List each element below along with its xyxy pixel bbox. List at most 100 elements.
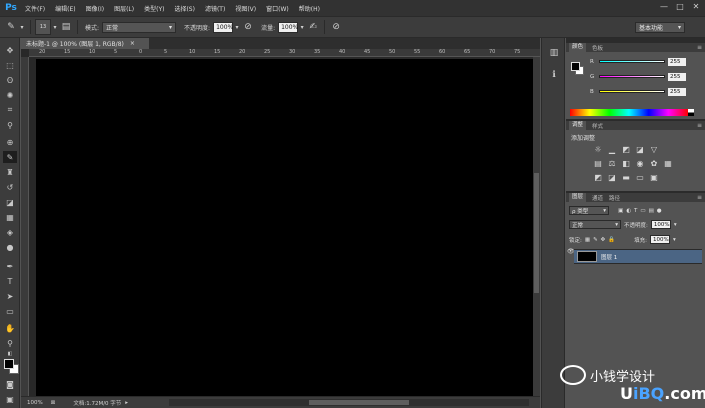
foreground-color-swatch[interactable] (571, 62, 580, 71)
threshold-icon[interactable]: ▬ (622, 174, 630, 182)
menu-view[interactable]: 视图(V) (230, 4, 261, 13)
hand-tool-icon[interactable]: ✋ (3, 322, 17, 334)
tab-channels[interactable]: 通道 (592, 194, 603, 202)
layer-opacity-input[interactable]: 100% (650, 220, 671, 229)
curves-icon[interactable]: ◩ (622, 146, 630, 154)
panel-menu-icon[interactable]: ≡ (697, 122, 702, 129)
brush-picker-dropdown-icon[interactable]: ▾ (51, 20, 59, 34)
move-tool-icon[interactable]: ✥ (3, 44, 17, 56)
dodge-tool-icon[interactable]: ● (3, 241, 17, 253)
history-brush-tool-icon[interactable]: ↺ (3, 181, 17, 193)
tab-styles[interactable]: 样式 (592, 122, 603, 130)
close-button[interactable]: ✕ (691, 2, 701, 12)
status-menu-icon[interactable]: ▸ (125, 400, 128, 406)
ruler-vertical[interactable] (21, 57, 29, 396)
slider-blue-track[interactable] (599, 90, 665, 93)
eraser-tool-icon[interactable]: ◪ (3, 196, 17, 208)
opacity-dropdown-icon[interactable]: ▾ (233, 20, 241, 34)
color-spectrum-bw[interactable] (688, 109, 694, 116)
foreground-color-swatch[interactable] (4, 359, 14, 369)
vertical-scrollbar[interactable] (533, 57, 540, 396)
tab-paths[interactable]: 路径 (609, 194, 620, 202)
layer-row[interactable]: 图层 1 (574, 249, 702, 264)
brightness-icon[interactable]: ☼ (594, 146, 602, 154)
menu-type[interactable]: 类型(Y) (139, 4, 169, 13)
eyedropper-tool-icon[interactable]: ⚲ (3, 119, 17, 131)
opacity-input[interactable]: 100% (213, 21, 233, 33)
tool-preset-dropdown-icon[interactable]: ▾ (18, 20, 26, 34)
levels-icon[interactable]: ▁ (608, 146, 616, 154)
status-expand-icon[interactable]: ⊠ (51, 400, 56, 406)
posterize-icon[interactable]: ◪ (608, 174, 616, 182)
panel-menu-icon[interactable]: ≡ (697, 44, 702, 51)
slider-blue-value[interactable]: 255 (668, 87, 686, 96)
slider-red-value[interactable]: 255 (668, 57, 686, 66)
layer-name[interactable]: 图层 1 (601, 253, 617, 261)
quick-select-tool-icon[interactable]: ✺ (3, 89, 17, 101)
screen-mode-icon[interactable]: ▣ (3, 393, 17, 405)
shape-tool-icon[interactable]: ▭ (3, 305, 17, 317)
lasso-tool-icon[interactable]: ʘ (3, 74, 17, 86)
brush-size-preview[interactable]: 13 (35, 19, 51, 35)
exposure-icon[interactable]: ◪ (636, 146, 644, 154)
menu-select[interactable]: 选择(S) (169, 4, 200, 13)
slider-green-value[interactable]: 255 (668, 72, 686, 81)
invert-icon[interactable]: ◩ (594, 174, 602, 182)
layer-kind-filter[interactable]: ρ 类型 ▾ (569, 206, 609, 215)
filter-adjust-icon[interactable]: ◐ (626, 208, 631, 214)
panel-menu-icon[interactable]: ≡ (697, 194, 702, 201)
flow-input[interactable]: 100% (278, 21, 298, 33)
filter-shape-icon[interactable]: ▭ (640, 208, 645, 214)
menu-filter[interactable]: 滤镜(T) (200, 4, 230, 13)
chevron-down-icon[interactable]: ▾ (674, 222, 677, 228)
filter-type-icon[interactable]: T (634, 208, 637, 214)
pressure-opacity-icon[interactable]: ⊘ (241, 20, 255, 34)
menu-edit[interactable]: 编辑(E) (50, 4, 80, 13)
tab-color[interactable]: 颜色 (569, 43, 587, 52)
marquee-tool-icon[interactable]: ⬚ (3, 59, 17, 71)
ruler-horizontal[interactable]: 20 15 10 5 0 5 10 15 20 25 30 35 40 45 50 55 60 65 70 75 (29, 49, 540, 57)
filter-smart-icon[interactable]: ▤ (649, 208, 654, 214)
menu-layer[interactable]: 图层(L) (109, 4, 139, 13)
airbrush-icon[interactable]: ✍ (306, 20, 320, 34)
layer-fill-input[interactable]: 100% (650, 235, 670, 244)
minimize-button[interactable]: — (659, 2, 669, 12)
slider-red-track[interactable] (599, 60, 665, 63)
menu-help[interactable]: 帮助(H) (294, 4, 325, 13)
layer-blend-mode-select[interactable]: 正常 ▾ (569, 220, 621, 229)
color-lookup-icon[interactable]: ▦ (664, 160, 672, 168)
properties-panel-icon[interactable]: ℹ (547, 68, 561, 82)
type-tool-icon[interactable]: T (3, 275, 17, 287)
blur-tool-icon[interactable]: ◈ (3, 226, 17, 238)
vibrance-icon[interactable]: ▽ (650, 146, 658, 154)
photo-filter-icon[interactable]: ◉ (636, 160, 644, 168)
gradient-tool-icon[interactable]: ▦ (3, 211, 17, 223)
path-select-tool-icon[interactable]: ➤ (3, 290, 17, 302)
lock-transparent-icon[interactable]: ▦ (585, 237, 590, 243)
brush-panel-toggle-icon[interactable]: ▤ (59, 20, 73, 34)
history-panel-icon[interactable]: ▥ (547, 46, 561, 60)
color-balance-icon[interactable]: ⚖ (608, 160, 616, 168)
gradient-map-icon[interactable]: ▭ (636, 174, 644, 182)
scrollbar-thumb[interactable] (534, 173, 539, 293)
flow-dropdown-icon[interactable]: ▾ (298, 20, 306, 34)
document-tab[interactable]: 未标题-1 @ 100% (图层 1, RGB/8) × (21, 38, 149, 49)
channel-mixer-icon[interactable]: ✿ (650, 160, 658, 168)
tab-swatches[interactable]: 色板 (592, 44, 603, 52)
healing-brush-tool-icon[interactable]: ⊕ (3, 136, 17, 148)
lock-all-icon[interactable]: 🔒 (608, 237, 615, 243)
color-spectrum[interactable] (570, 109, 688, 116)
workspace-select[interactable]: 基本功能 ▾ (635, 22, 685, 33)
black-white-icon[interactable]: ◧ (622, 160, 630, 168)
maximize-button[interactable]: □ (675, 2, 685, 12)
hue-saturation-icon[interactable]: ▤ (594, 160, 602, 168)
clone-stamp-tool-icon[interactable]: ♜ (3, 166, 17, 178)
pen-tool-icon[interactable]: ✒ (3, 260, 17, 272)
slider-green-track[interactable] (599, 75, 665, 78)
canvas[interactable] (36, 59, 533, 396)
filter-toggle-icon[interactable]: ● (657, 208, 662, 214)
filter-pixel-icon[interactable]: ▣ (618, 208, 623, 214)
lock-position-icon[interactable]: ✥ (601, 237, 606, 243)
selective-color-icon[interactable]: ▣ (650, 174, 658, 182)
chevron-down-icon[interactable]: ▾ (673, 237, 676, 243)
